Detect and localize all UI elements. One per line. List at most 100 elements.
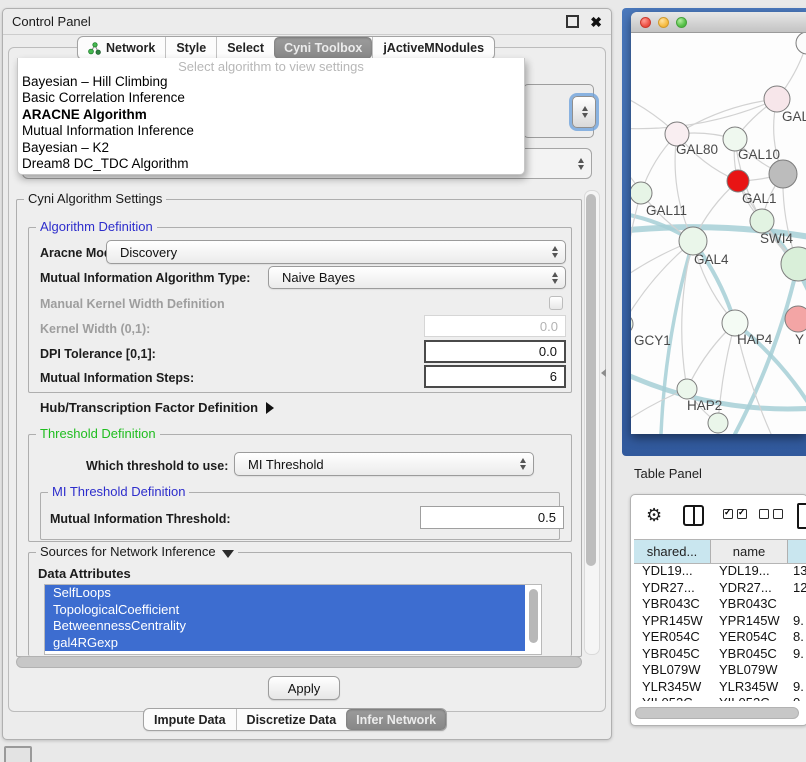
tab-discretize-data[interactable]: Discretize Data <box>236 709 347 730</box>
minimize-traffic-light[interactable] <box>658 17 669 28</box>
table-cell[interactable]: YDR27... <box>711 580 788 597</box>
hub-definition-expander[interactable]: Hub/Transcription Factor Definition <box>40 400 274 415</box>
table-cell[interactable]: YDR27... <box>634 580 711 597</box>
table-row[interactable]: YBR045CYBR045C9. <box>634 646 806 663</box>
table-horizontal-scrollbar-thumb[interactable] <box>635 707 799 719</box>
deselect-all-rows-icon[interactable] <box>759 509 783 519</box>
aracne-mode-combo[interactable]: Discovery <box>106 240 566 264</box>
table-cell[interactable]: 0. <box>788 695 806 701</box>
table-cell[interactable] <box>788 596 806 613</box>
network-node[interactable] <box>708 413 728 433</box>
float-window-icon[interactable] <box>566 15 579 28</box>
table-cell[interactable]: 9. <box>788 613 806 630</box>
document-icon[interactable] <box>797 503 806 529</box>
close-traffic-light[interactable] <box>640 17 651 28</box>
network-canvas[interactable]: GALGAL80GAL10GAL1GAL11SWI4GAL4GCY1HAP4YH… <box>631 33 806 434</box>
network-node[interactable] <box>631 314 633 334</box>
mi-steps-input[interactable]: 6 <box>424 365 566 388</box>
column-header-name[interactable]: name <box>711 540 788 563</box>
table-cell[interactable]: YBR045C <box>634 646 711 663</box>
table-row[interactable]: YLR345WYLR345W9. <box>634 679 806 696</box>
table-cell[interactable]: YPR145W <box>711 613 788 630</box>
algorithm-option-highlighted[interactable]: ARACNE Algorithm <box>18 107 524 123</box>
data-attribute-item-selected[interactable]: TopologicalCoefficient <box>45 602 525 619</box>
table-cell[interactable]: YBR045C <box>711 646 788 663</box>
tab-network[interactable]: Network <box>78 37 165 59</box>
zoom-traffic-light[interactable] <box>676 17 687 28</box>
splitter-collapse-arrow[interactable] <box>601 369 606 377</box>
data-attribute-item-selected[interactable]: BetweennessCentrality <box>45 618 525 635</box>
table-cell[interactable]: 12 <box>788 580 806 597</box>
network-window-titlebar[interactable] <box>631 12 806 33</box>
tab-cyni-toolbox[interactable]: Cyni Toolbox <box>274 37 372 59</box>
table-cell[interactable]: YDL19... <box>634 563 711 580</box>
network-node[interactable] <box>750 209 774 233</box>
network-node[interactable] <box>769 160 797 188</box>
minimized-panel-button[interactable] <box>4 746 32 762</box>
table-cell[interactable]: 9. <box>788 646 806 663</box>
table-cell[interactable]: YER054C <box>634 629 711 646</box>
table-row[interactable]: YIL052CYIL052C0. <box>634 695 806 701</box>
tab-impute-data[interactable]: Impute Data <box>144 709 236 730</box>
table-cell[interactable]: YLR345W <box>634 679 711 696</box>
table-cell[interactable]: YBL079W <box>711 662 788 679</box>
table-row[interactable]: YBR043CYBR043C <box>634 596 806 613</box>
apply-button[interactable]: Apply <box>268 676 340 700</box>
algorithm-option[interactable]: Bayesian – K2 <box>18 140 524 156</box>
table-cell[interactable]: YBR043C <box>634 596 711 613</box>
table-cell[interactable]: YBR043C <box>711 596 788 613</box>
table-settings-gear-icon[interactable]: ⚙ <box>646 506 662 524</box>
sources-group-expander[interactable]: Sources for Network Inference <box>36 545 238 558</box>
combo-spinner-button-focused[interactable] <box>572 96 596 128</box>
table-cell[interactable]: 13 <box>788 563 806 580</box>
column-header-cut[interactable] <box>788 540 806 563</box>
table-cell[interactable]: YDL19... <box>711 563 788 580</box>
table-row[interactable]: YPR145WYPR145W9. <box>634 613 806 630</box>
table-cell[interactable]: 9. <box>788 679 806 696</box>
network-node[interactable] <box>677 379 697 399</box>
tab-jactivemnodules[interactable]: jActiveMNodules <box>372 37 494 59</box>
table-row[interactable]: YBL079WYBL079W <box>634 662 806 679</box>
table-cell[interactable]: 8. <box>788 629 806 646</box>
table-cell[interactable]: YIL052C <box>634 695 711 701</box>
table-cell[interactable] <box>788 662 806 679</box>
network-edge[interactable] <box>631 193 641 324</box>
algorithm-option[interactable]: Dream8 DC_TDC Algorithm <box>18 156 524 172</box>
network-node[interactable] <box>727 170 749 192</box>
table-cell[interactable]: YER054C <box>711 629 788 646</box>
network-node[interactable] <box>679 227 707 255</box>
settings-vertical-scrollbar[interactable] <box>584 190 600 655</box>
data-attribute-item-selected[interactable]: gal4RGexp <box>45 635 525 652</box>
mi-threshold-input[interactable]: 0.5 <box>420 506 564 529</box>
algorithm-option[interactable]: Bayesian – Hill Climbing <box>18 74 524 90</box>
table-row[interactable]: YER054CYER054C8. <box>634 629 806 646</box>
tab-select[interactable]: Select <box>216 37 274 59</box>
table-row[interactable]: YDL19...YDL19...13 <box>634 563 806 580</box>
kernel-width-input[interactable]: 0.0 <box>424 315 566 337</box>
table-cell[interactable]: YLR345W <box>711 679 788 696</box>
network-node[interactable] <box>631 182 652 204</box>
settings-horizontal-scrollbar-thumb[interactable] <box>16 656 582 668</box>
settings-vertical-scrollbar-thumb[interactable] <box>586 194 596 566</box>
table-cell[interactable]: YPR145W <box>634 613 711 630</box>
table-row[interactable]: YDR27...YDR27...12 <box>634 580 806 597</box>
list-scrollbar-thumb[interactable] <box>529 589 538 643</box>
close-window-icon[interactable]: ✖ <box>590 15 602 29</box>
network-node[interactable] <box>796 33 806 54</box>
tab-style[interactable]: Style <box>165 37 216 59</box>
which-threshold-combo[interactable]: MI Threshold <box>234 452 534 476</box>
table-cell[interactable]: YBL079W <box>634 662 711 679</box>
manual-kernel-width-checkbox[interactable] <box>549 296 563 310</box>
tab-infer-network[interactable]: Infer Network <box>346 709 446 730</box>
table-cell[interactable]: YIL052C <box>711 695 788 701</box>
column-header-shared-name[interactable]: shared... <box>634 540 711 563</box>
algorithm-option[interactable]: Basic Correlation Inference <box>18 90 524 106</box>
select-all-rows-icon[interactable] <box>723 509 747 519</box>
dpi-tolerance-input[interactable]: 0.0 <box>424 340 566 363</box>
network-graph[interactable]: GALGAL80GAL10GAL1GAL11SWI4GAL4GCY1HAP4YH… <box>631 33 806 434</box>
split-columns-icon[interactable] <box>683 505 704 526</box>
algorithm-option[interactable]: Mutual Information Inference <box>18 123 524 139</box>
mi-algorithm-type-combo[interactable]: Naive Bayes <box>268 266 566 289</box>
network-node[interactable] <box>785 306 806 332</box>
data-attribute-item-selected[interactable]: SelfLoops <box>45 585 525 602</box>
